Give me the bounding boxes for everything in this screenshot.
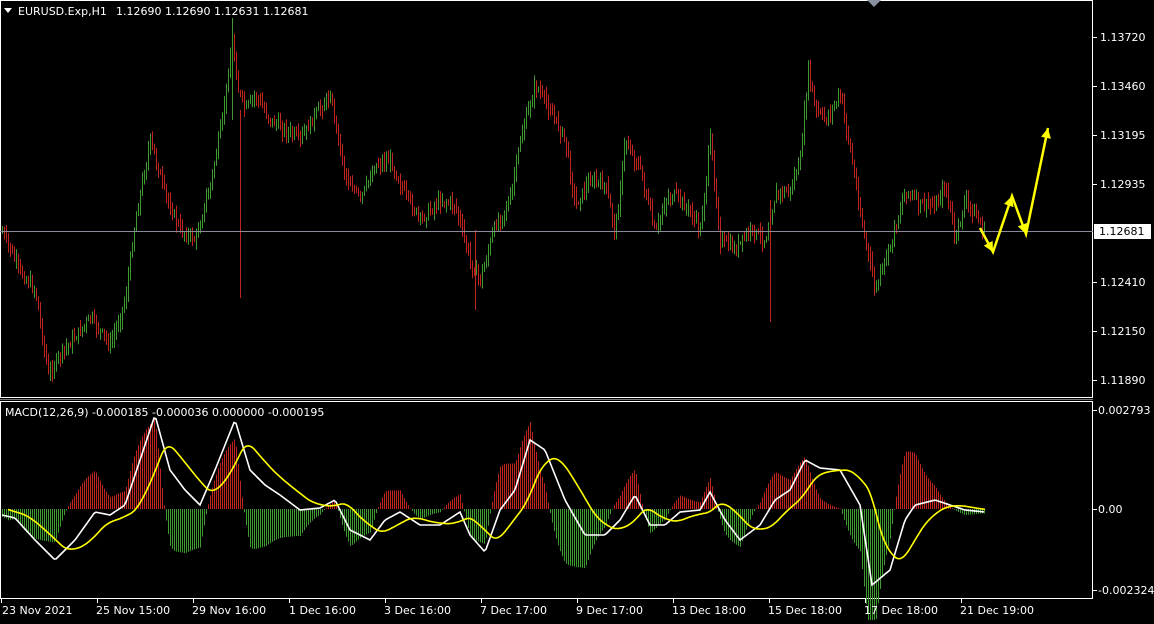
price-axis-label: 1.12935 (1100, 178, 1146, 191)
macd-axis-label: 0.00 (1098, 503, 1123, 516)
time-axis-label: 1 Dec 16:00 (289, 604, 356, 617)
svg-text:1.12681: 1.12681 (1099, 225, 1145, 238)
time-axis-label: 3 Dec 16:00 (384, 604, 451, 617)
candlestick-series (2, 18, 985, 382)
time-axis-label: 9 Dec 17:00 (576, 604, 643, 617)
macd-axis-label: 0.002793 (1098, 404, 1151, 417)
symbol-label[interactable]: EURUSD.Exp,H1 (18, 5, 107, 18)
time-axis-label: 15 Dec 18:00 (768, 604, 842, 617)
forecast-path[interactable] (978, 127, 1050, 256)
arrow-head-icon (1004, 196, 1014, 208)
macd-axis[interactable]: 0.002793 0.00 -0.002324 (1093, 404, 1154, 597)
macd-axis-label: -0.002324 (1098, 584, 1154, 597)
macd-line (1, 416, 985, 587)
price-axis-label: 1.13720 (1100, 31, 1146, 44)
price-axis[interactable]: 1.13720 1.13460 1.13195 1.12935 1.12410 … (1093, 31, 1146, 387)
price-axis-label: 1.12410 (1100, 276, 1146, 289)
time-axis-label: 29 Nov 16:00 (192, 604, 266, 617)
time-axis-label: 21 Dec 19:00 (960, 604, 1034, 617)
symbol-dropdown-icon[interactable] (4, 8, 12, 13)
macd-histogram (2, 419, 985, 624)
price-axis-label: 1.13460 (1100, 80, 1146, 93)
time-axis-label: 13 Dec 18:00 (672, 604, 746, 617)
time-axis-label: 25 Nov 15:00 (96, 604, 170, 617)
time-axis-label: 23 Nov 2021 (2, 604, 72, 617)
macd-indicator-label: MACD(12,26,9) -0.000185 -0.000036 0.0000… (5, 406, 324, 419)
price-axis-label: 1.13195 (1100, 129, 1146, 142)
time-axis[interactable]: 23 Nov 2021 25 Nov 15:00 29 Nov 16:00 1 … (1, 599, 1034, 617)
price-axis-label: 1.12150 (1100, 325, 1146, 338)
ohlc-readout: 1.12690 1.12690 1.12631 1.12681 (116, 5, 308, 18)
current-price-tag: 1.12681 (1094, 224, 1151, 239)
chart-shift-marker[interactable] (867, 0, 881, 7)
price-axis-label: 1.11890 (1100, 374, 1146, 387)
forecast-arrows (978, 127, 1051, 256)
time-axis-label: 7 Dec 17:00 (480, 604, 547, 617)
arrow-head-icon (1041, 128, 1051, 139)
time-axis-label: 17 Dec 18:00 (864, 604, 938, 617)
